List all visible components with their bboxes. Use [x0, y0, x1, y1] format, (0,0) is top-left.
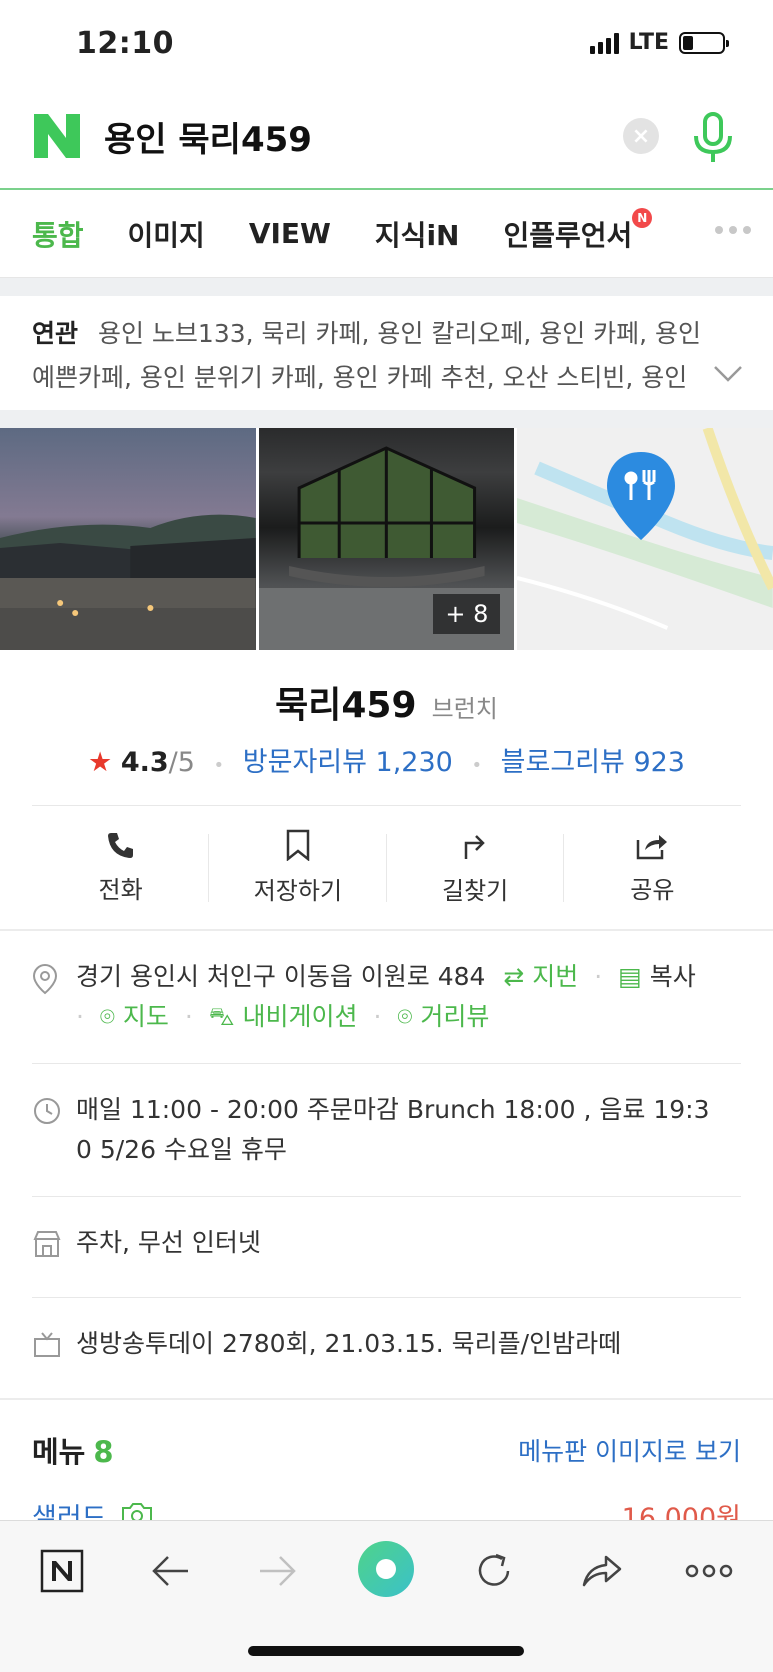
copy-button[interactable]: ▤ 복사	[618, 962, 696, 991]
save-button[interactable]: 저장하기	[209, 806, 387, 929]
new-badge: N	[632, 207, 653, 228]
related-keywords-2[interactable]: 예쁜카페, 용인 분위기 카페, 용인 카페 추천, 오산 스티빈, 용인	[32, 356, 692, 400]
save-label: 저장하기	[253, 877, 343, 905]
map-label: 지도	[122, 1002, 169, 1031]
menu-count: 8	[93, 1435, 114, 1469]
map-pin-icon: ⌾	[99, 1002, 115, 1031]
photo-strip: + 8	[0, 428, 773, 650]
chevron-down-icon[interactable]	[713, 364, 743, 384]
restaurant-pin-icon	[607, 452, 676, 540]
menu-image-link[interactable]: 메뉴판 이미지로 보기	[518, 1432, 741, 1468]
share-label: 공유	[630, 876, 675, 904]
hours-line-2: 0 5/26 수요일 휴무	[76, 1135, 287, 1164]
copy-icon: ▤	[618, 962, 642, 991]
search-input[interactable]: 용인 묵리459	[104, 112, 312, 161]
forward-arrow-icon[interactable]	[258, 1549, 298, 1593]
rating-max: /5	[168, 747, 195, 778]
clear-icon[interactable]: ×	[623, 118, 659, 154]
related-line-1: 연관 용인 노브133, 묵리 카페, 용인 칼리오페, 용인 카페, 용인	[32, 312, 741, 356]
interior-photo[interactable]: + 8	[258, 428, 515, 650]
green-dot-icon	[376, 1559, 396, 1579]
address-row: 경기 용인시 처인구 이동읍 이원로 484 ⇄ 지번 · ▤ 복사 · ⌾ 지…	[32, 931, 741, 1064]
green-dot-button[interactable]	[358, 1541, 414, 1597]
tab-knowledge-in[interactable]: 지식iN	[375, 214, 460, 254]
tab-all[interactable]: 통합	[32, 214, 84, 254]
amenities-text: 주차, 무선 인터넷	[76, 1228, 261, 1257]
star-icon: ★	[88, 747, 113, 778]
map-thumbnail[interactable]	[517, 428, 773, 650]
section-divider	[0, 278, 773, 296]
back-arrow-icon[interactable]	[150, 1549, 190, 1593]
navigation-label: 내비게이션	[242, 1002, 358, 1031]
street-view-link[interactable]: ⌾ 거리뷰	[397, 1002, 489, 1031]
status-time: 12:10	[76, 26, 174, 61]
share-button[interactable]: 공유	[564, 806, 741, 929]
action-row: 전화 저장하기 길찾기 공유	[32, 805, 741, 929]
location-icon	[32, 963, 58, 995]
more-menu-icon[interactable]	[684, 1549, 734, 1593]
home-indicator[interactable]	[248, 1646, 524, 1656]
search-tabs: 통합 이미지 VIEW 지식iN 인플루언서 N	[0, 190, 773, 278]
street-view-label: 거리뷰	[420, 1002, 490, 1031]
place-stats: ★ 4.3/5 • 방문자리뷰 1,230 • 블로그리뷰 923	[88, 747, 685, 778]
place-category: 브런치	[431, 695, 498, 723]
street-view-icon: ⌾	[397, 1002, 413, 1031]
blog-reviews-link[interactable]: 블로그리뷰 923	[501, 747, 685, 778]
car-icon: ⛍	[208, 1002, 235, 1031]
address-text: 경기 용인시 처인구 이동읍 이원로 484	[76, 962, 486, 991]
more-photos-badge[interactable]: + 8	[433, 594, 501, 634]
lot-number-link[interactable]: ⇄ 지번	[503, 962, 578, 991]
tv-text: 생방송투데이 2780회, 21.03.15. 묵리플/인밤라떼	[76, 1329, 622, 1358]
tab-images[interactable]: 이미지	[128, 214, 205, 254]
hours-line-1: 매일 11:00 - 20:00 주문마감 Brunch 18:00 , 음료 …	[76, 1095, 710, 1124]
microphone-icon[interactable]	[690, 112, 736, 164]
tab-influencer-label: 인플루언서	[503, 218, 633, 252]
exterior-scene	[0, 514, 256, 650]
visitor-reviews-link[interactable]: 방문자리뷰 1,230	[243, 747, 453, 778]
directions-label: 길찾기	[442, 877, 509, 905]
signal-icon	[589, 32, 619, 54]
exterior-photo[interactable]	[0, 428, 256, 650]
call-button[interactable]: 전화	[32, 806, 210, 929]
phone-icon	[107, 833, 133, 858]
related-keywords-1[interactable]: 용인 노브133, 묵리 카페, 용인 칼리오페, 용인 카페, 용인	[98, 319, 701, 348]
menu-title: 메뉴 8	[32, 1429, 114, 1471]
tv-icon	[34, 1332, 60, 1357]
naver-logo-icon[interactable]	[34, 114, 80, 158]
call-label: 전화	[98, 876, 143, 904]
search-bar: 용인 묵리459 ×	[0, 90, 773, 190]
hours-row[interactable]: 매일 11:00 - 20:00 주문마감 Brunch 18:00 , 음료 …	[32, 1064, 741, 1197]
navigation-link[interactable]: ⛍ 내비게이션	[209, 1002, 358, 1031]
share-icon	[637, 835, 668, 860]
place-header: 묵리459 브런치 ★ 4.3/5 • 방문자리뷰 1,230 • 블로그리뷰 …	[0, 650, 773, 779]
bookmark-icon	[286, 829, 310, 861]
more-tabs-icon[interactable]	[715, 226, 751, 234]
copy-label: 복사	[649, 962, 696, 991]
refresh-icon[interactable]	[472, 1549, 516, 1593]
status-bar: 12:10 LTE	[0, 0, 773, 90]
clock-icon	[34, 1098, 60, 1124]
directions-button[interactable]: 길찾기	[387, 806, 565, 929]
place-name[interactable]: 묵리459	[275, 685, 416, 726]
place-info: 경기 용인시 처인구 이동읍 이원로 484 ⇄ 지번 · ▤ 복사 · ⌾ 지…	[0, 931, 773, 1398]
directions-icon	[464, 835, 485, 859]
related-label: 연관	[32, 319, 79, 348]
network-label: LTE	[628, 30, 669, 55]
tab-influencer[interactable]: 인플루언서 N	[503, 207, 653, 254]
battery-icon	[679, 31, 729, 54]
tab-view[interactable]: VIEW	[249, 217, 331, 250]
naver-home-icon[interactable]	[40, 1549, 84, 1593]
related-searches: 연관 용인 노브133, 묵리 카페, 용인 칼리오페, 용인 카페, 용인 예…	[0, 296, 773, 410]
store-icon	[33, 1231, 61, 1257]
menu-title-label: 메뉴	[32, 1435, 86, 1469]
status-indicators: LTE	[589, 30, 729, 55]
rating-value: 4.3	[120, 747, 169, 778]
map-link[interactable]: ⌾ 지도	[100, 1002, 169, 1031]
share-arrow-icon[interactable]	[580, 1549, 624, 1593]
amenities-row: 주차, 무선 인터넷	[32, 1197, 741, 1298]
section-divider	[0, 410, 773, 428]
tv-row: 생방송투데이 2780회, 21.03.15. 묵리플/인밤라떼	[32, 1298, 741, 1398]
